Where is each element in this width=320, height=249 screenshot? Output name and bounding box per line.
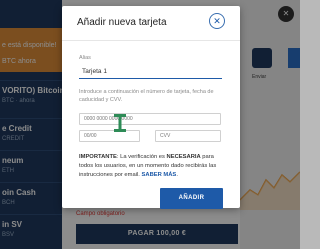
saber-mas-link[interactable]: SABER MÁS (142, 172, 177, 178)
card-number-input[interactable] (79, 113, 221, 125)
verification-notice: IMPORTANTE: La verificación es NECESARIA… (79, 153, 229, 180)
cvv-input[interactable] (155, 130, 221, 142)
notice-necessary: NECESARIA (166, 154, 201, 160)
add-button[interactable]: AÑADIR (160, 188, 223, 209)
notice-important: IMPORTANTE (79, 154, 117, 160)
notice-end: . (176, 171, 178, 178)
expiry-input[interactable] (79, 130, 140, 142)
close-button[interactable]: ✕ (209, 13, 225, 29)
alias-field[interactable] (79, 64, 222, 79)
notice-text-1: : La verificación es (116, 154, 167, 160)
alias-label: Alias (79, 55, 91, 61)
text-cursor-icon (114, 114, 126, 132)
modal-title: Añadir nueva tarjeta (77, 17, 167, 28)
close-icon: ✕ (213, 16, 221, 26)
header-divider (62, 40, 240, 41)
card-instructions: Introduce a continuación el número de ta… (79, 89, 214, 103)
add-card-modal: Añadir nueva tarjeta ✕ Alias Introduce a… (62, 6, 240, 209)
